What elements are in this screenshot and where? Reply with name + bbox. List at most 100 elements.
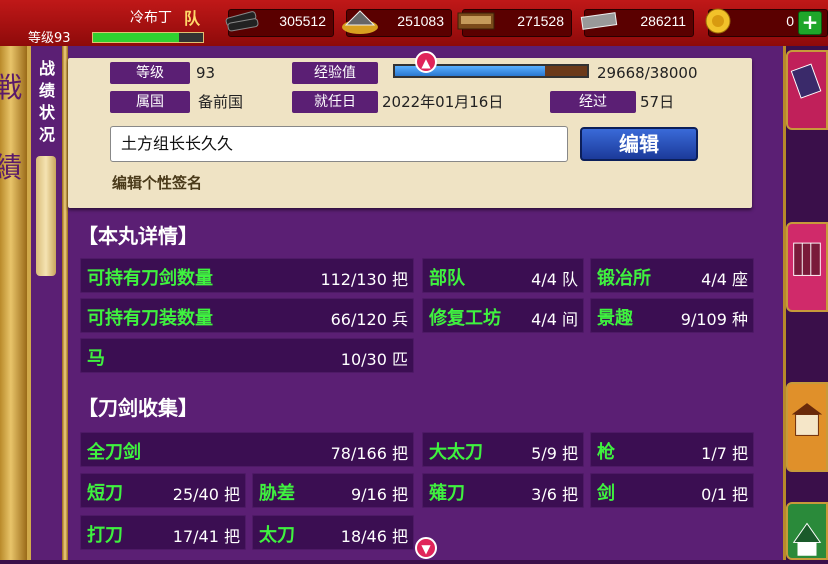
side-title-char: 况 [38,125,55,144]
collection-cell: 剑 0/1 把 [590,473,754,508]
profile-appointed-value: 2022年01月16日 [382,93,504,111]
collection-label: 短刀 [87,483,123,504]
stat-label: 修复工坊 [429,308,501,329]
side-title-char: 战 [38,59,55,78]
resource-whetstone: 286211 [580,9,694,37]
collection-section-title: 【刀剑收集】 [78,396,198,420]
stat-value: 4/4 座 [701,270,748,289]
side-tab-shop[interactable] [786,382,828,472]
player-name: 冷布丁 [130,10,172,26]
stat-value: 4/4 队 [531,270,578,289]
side-tab-record[interactable] [786,50,828,130]
side-tab-curtain[interactable] [786,222,828,312]
right-side-menu [786,46,828,560]
profile-country-label: 属国 [110,91,190,113]
profile-exp-value: 29668/38000 [597,64,698,82]
profile-elapsed-value: 57日 [640,93,675,111]
collection-cell: 全刀剑 78/166 把 [80,432,414,467]
collection-label: 打刀 [87,525,123,546]
collection-value: 25/40 把 [172,485,240,504]
player-exp-bar-fill [93,33,179,42]
collection-cell: 大太刀 5/9 把 [422,432,584,467]
stat-label: 马 [87,348,105,369]
scroll-up-arrow-icon[interactable]: ▲ [415,51,437,73]
profile-exp-label: 经验值 [292,62,378,84]
collection-label: 枪 [597,442,615,463]
collection-value: 18/46 把 [340,527,408,546]
signature-input[interactable]: 土方组长长久久 [110,126,568,162]
collection-label: 薙刀 [429,483,465,504]
resource-charcoal: 305512 [225,9,334,37]
collection-cell: 短刀 25/40 把 [80,473,246,508]
stat-value: 10/30 匹 [340,350,408,369]
collection-label: 胁差 [259,483,295,504]
stat-value: 112/130 把 [320,270,408,289]
stat-value: 66/120 兵 [330,310,408,329]
stat-cell: 部队 4/4 队 [422,258,584,293]
collection-cell: 太刀 18/46 把 [252,515,414,550]
castle-icon [792,522,822,556]
collection-value: 0/1 把 [701,485,748,504]
profile-appointed-label: 就任日 [292,91,378,113]
player-exp-bar [92,32,204,43]
player-team-tag: 队 [184,9,201,28]
player-level: 等级93 [28,27,71,46]
side-title: 战 绩 状 况 [33,58,61,146]
profile-country-value: 备前国 [198,93,244,111]
resource-coolant: 271528 [457,9,572,37]
collection-label: 太刀 [259,525,295,546]
add-koban-button[interactable]: + [798,11,822,35]
stat-value: 9/109 种 [680,310,748,329]
stat-cell: 马 10/30 匹 [80,338,414,373]
profile-card: 等级 93 经验值 29668/38000 属国 备前国 就任日 2022年01… [68,58,752,208]
stat-cell: 锻冶所 4/4 座 [590,258,754,293]
whetstone-icon [580,12,618,30]
stat-label: 可持有刀装数量 [87,308,213,329]
steel-icon [342,10,378,34]
profile-level-value: 93 [196,64,216,82]
koban-icon [705,8,731,34]
stat-label: 景趣 [597,308,633,329]
edit-signature-button[interactable]: 编辑 [580,127,698,161]
shop-icon [791,403,823,436]
collection-value: 5/9 把 [531,444,578,463]
collection-cell: 枪 1/7 把 [590,432,754,467]
stat-cell: 可持有刀剑数量 112/130 把 [80,258,414,293]
resource-steel-value: 251083 [397,13,444,29]
scroll-ornament [36,156,56,276]
collection-value: 3/6 把 [531,485,578,504]
player-level-value: 93 [54,31,71,46]
side-tab-castle[interactable] [786,502,828,560]
coolant-icon [457,12,495,30]
citadel-section-title: 【本丸详情】 [78,224,198,248]
side-title-char: 状 [38,103,55,122]
scroll-down-arrow-icon[interactable]: ▼ [415,537,437,559]
stat-cell: 景趣 9/109 种 [590,298,754,333]
signature-hint: 编辑个性签名 [112,174,203,192]
collection-cell: 打刀 17/41 把 [80,515,246,550]
profile-level-label: 等级 [110,62,190,84]
collection-label: 剑 [597,483,615,504]
top-status-bar: 冷布丁 队 等级93 305512 251083 271528 286211 0… [0,0,828,48]
stat-label: 部队 [429,268,465,289]
noren-curtain-icon [793,242,821,276]
book-icon [790,63,822,99]
stat-cell: 可持有刀装数量 66/120 兵 [80,298,414,333]
resource-whetstone-value: 286211 [640,13,686,29]
resource-steel: 251083 [342,9,452,37]
profile-elapsed-label: 经过 [550,91,636,113]
stat-value: 4/4 间 [531,310,578,329]
collection-value: 9/16 把 [350,485,408,504]
collection-label: 大太刀 [429,442,483,463]
collection-label: 全刀剑 [87,442,141,463]
resource-coolant-value: 271528 [517,13,564,29]
collection-value: 1/7 把 [701,444,748,463]
collection-value: 17/41 把 [172,527,240,546]
player-level-label: 等级 [28,31,55,46]
collection-cell: 胁差 9/16 把 [252,473,414,508]
side-title-char: 绩 [38,81,55,100]
resource-koban-value: 0 [786,13,794,29]
left-frame-ornament: 戦 績 [0,46,27,560]
stat-label: 锻冶所 [597,268,651,289]
stat-label: 可持有刀剑数量 [87,268,213,289]
